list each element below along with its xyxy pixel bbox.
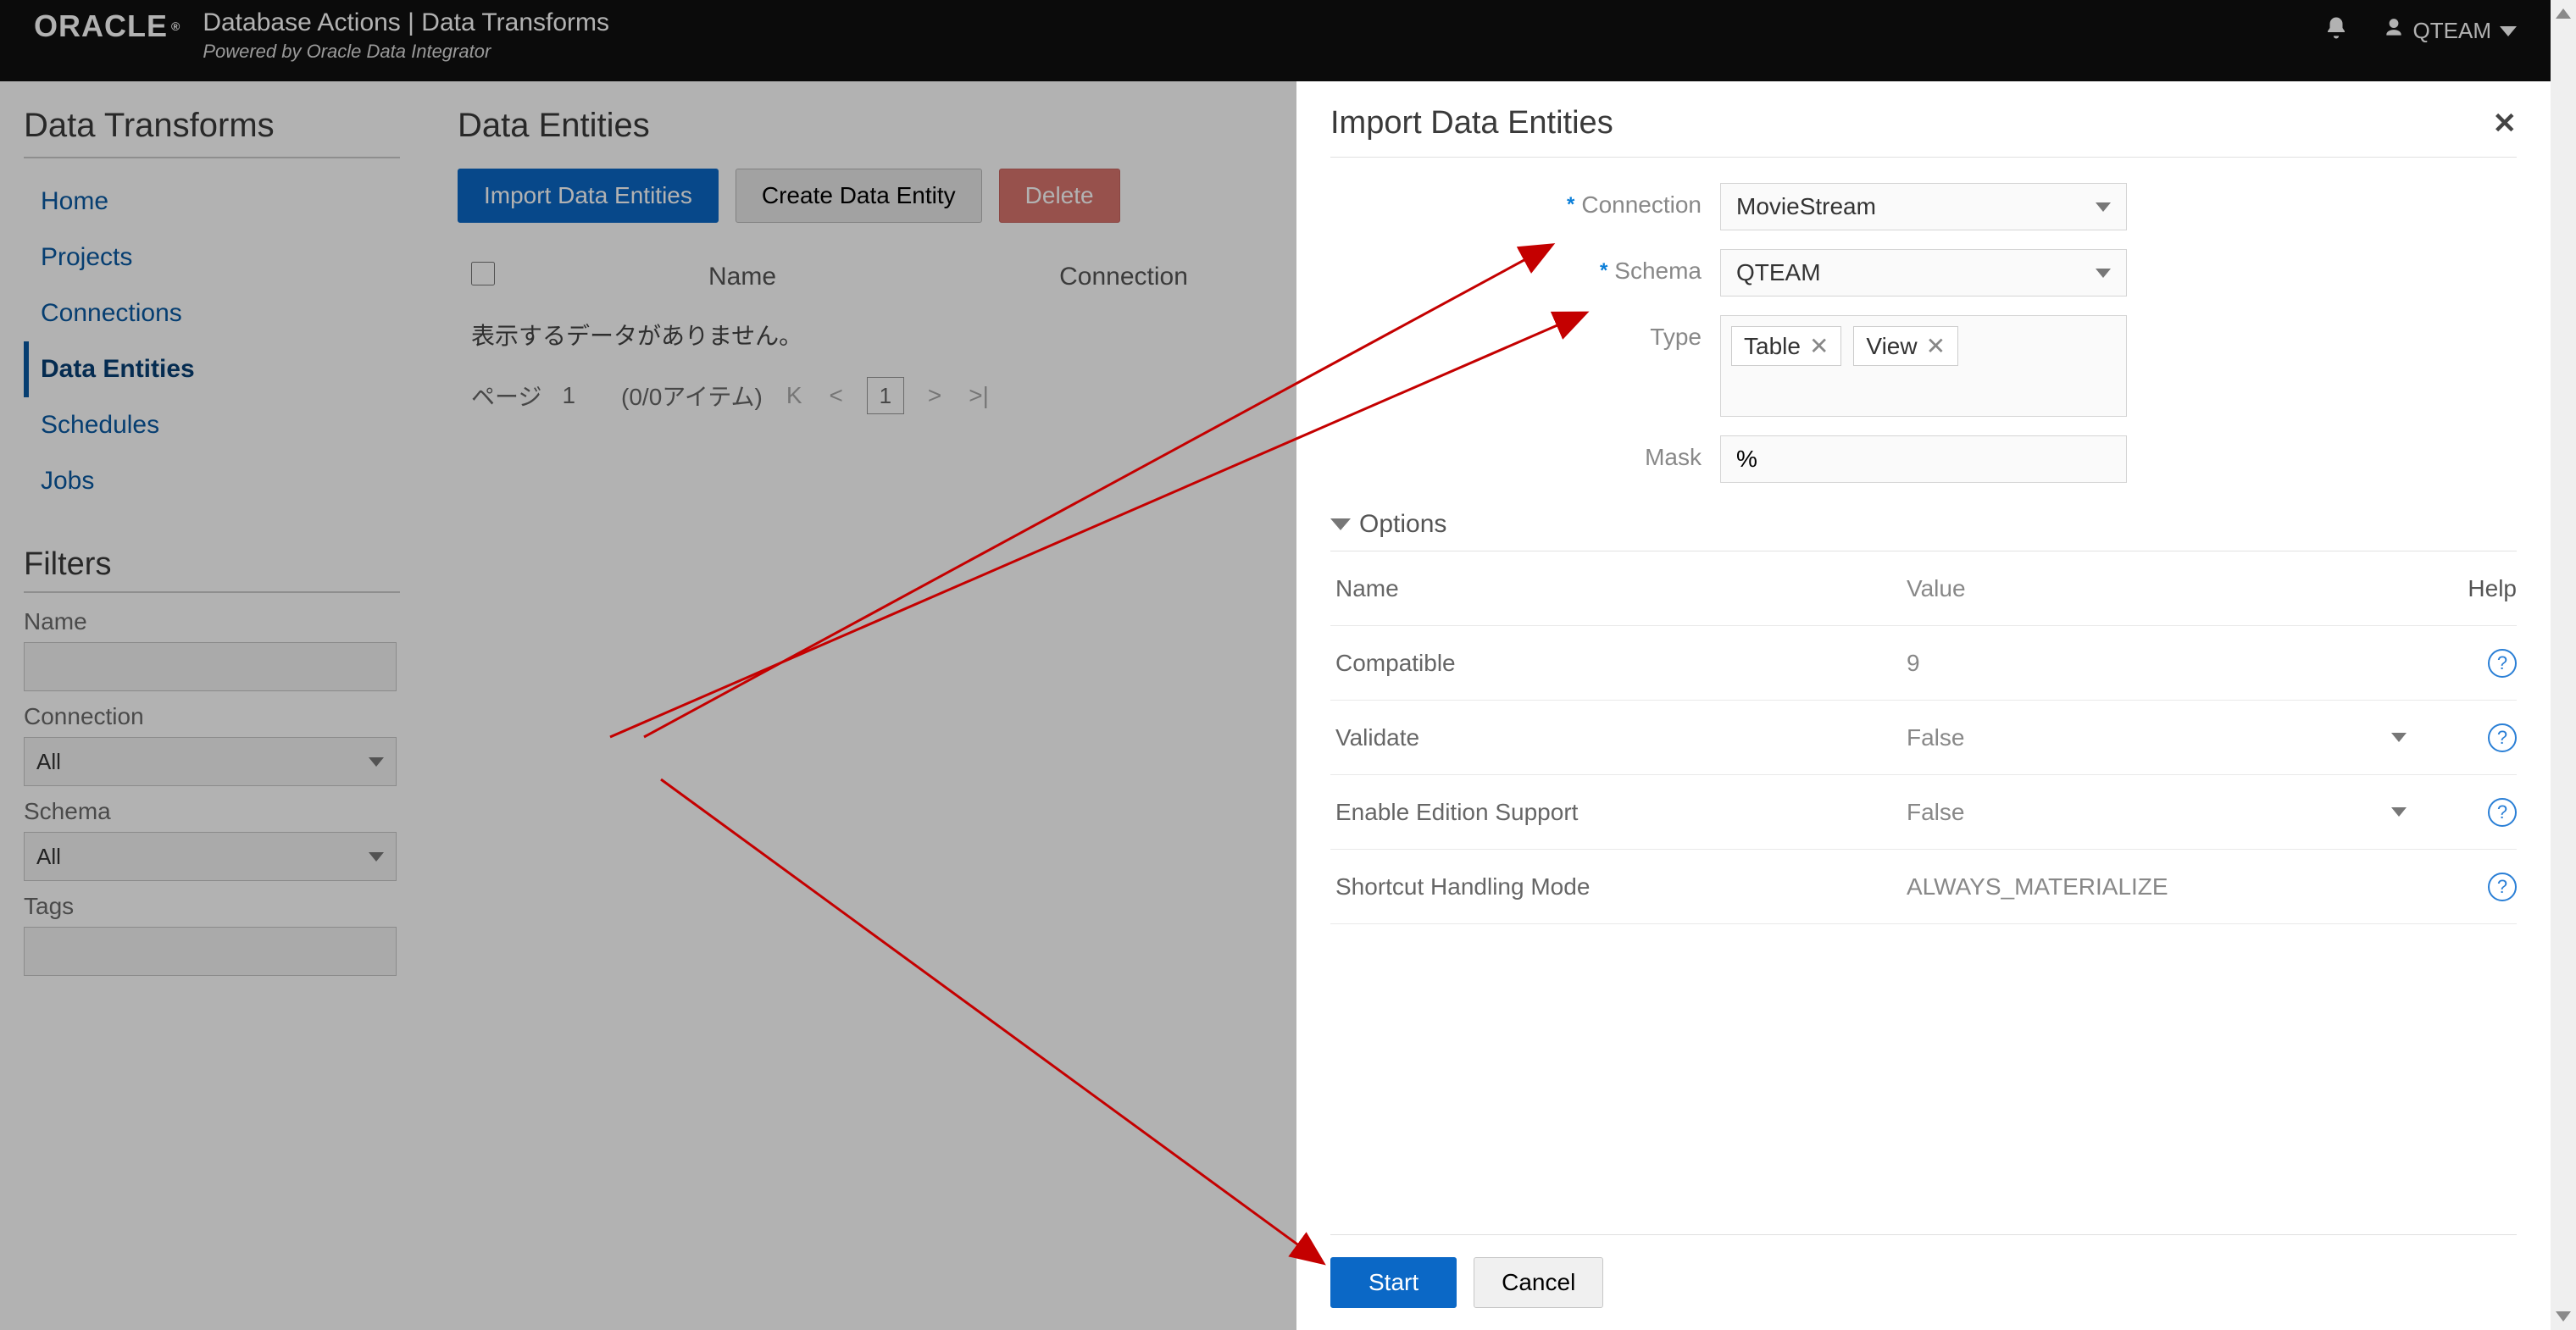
scroll-up-icon[interactable] xyxy=(2556,8,2571,19)
help-icon[interactable]: ? xyxy=(2488,798,2517,827)
option-edition-name: Enable Edition Support xyxy=(1330,799,1907,826)
options-toggle[interactable]: Options xyxy=(1330,510,2517,539)
options-col-name: Name xyxy=(1330,575,1907,602)
option-compatible-name: Compatible xyxy=(1330,650,1907,677)
chevron-down-icon[interactable] xyxy=(2391,807,2407,817)
schema-select[interactable]: QTEAM xyxy=(1720,249,2127,296)
remove-tag-icon[interactable]: ✕ xyxy=(1809,332,1829,360)
options-heading: Options xyxy=(1359,510,1446,539)
option-shortcut-name: Shortcut Handling Mode xyxy=(1330,873,1907,901)
scrollbar[interactable] xyxy=(2551,0,2576,1330)
options-col-value: Value xyxy=(1907,575,2440,602)
required-star: * xyxy=(1600,259,1607,283)
type-tag-view[interactable]: View ✕ xyxy=(1853,326,1958,366)
start-button[interactable]: Start xyxy=(1330,1257,1457,1308)
chevron-down-icon xyxy=(2096,269,2111,278)
modal-title: Import Data Entities xyxy=(1330,105,1613,141)
help-icon[interactable]: ? xyxy=(2488,873,2517,901)
mask-label: Mask xyxy=(1645,444,1702,471)
remove-tag-icon[interactable]: ✕ xyxy=(1926,332,1946,360)
import-modal: Import Data Entities ✕ * Connection Movi… xyxy=(1296,81,2551,1330)
option-validate-value: False xyxy=(1907,724,1964,751)
options-col-help: Help xyxy=(2440,575,2517,602)
type-tag-table[interactable]: Table ✕ xyxy=(1731,326,1841,366)
option-edition-value: False xyxy=(1907,799,1964,826)
scroll-down-icon[interactable] xyxy=(2556,1311,2571,1322)
connection-value: MovieStream xyxy=(1736,193,1876,220)
required-star: * xyxy=(1567,193,1574,217)
mask-input[interactable] xyxy=(1720,435,2127,483)
schema-value: QTEAM xyxy=(1736,259,1821,286)
collapse-triangle-icon xyxy=(1330,518,1351,530)
option-compatible-value: 9 xyxy=(1907,650,1920,677)
connection-select[interactable]: MovieStream xyxy=(1720,183,2127,230)
option-validate-name: Validate xyxy=(1330,724,1907,751)
type-tag-view-label: View xyxy=(1866,333,1917,360)
help-icon[interactable]: ? xyxy=(2488,649,2517,678)
help-icon[interactable]: ? xyxy=(2488,723,2517,752)
close-icon[interactable]: ✕ xyxy=(2493,107,2518,141)
connection-label: Connection xyxy=(1581,191,1702,219)
option-shortcut-value: ALWAYS_MATERIALIZE xyxy=(1907,873,2168,901)
schema-label: Schema xyxy=(1614,258,1702,285)
type-tags-box[interactable]: Table ✕ View ✕ xyxy=(1720,315,2127,417)
chevron-down-icon xyxy=(2096,202,2111,212)
cancel-button[interactable]: Cancel xyxy=(1474,1257,1603,1308)
type-label: Type xyxy=(1650,324,1702,351)
chevron-down-icon[interactable] xyxy=(2391,733,2407,742)
type-tag-table-label: Table xyxy=(1744,333,1801,360)
